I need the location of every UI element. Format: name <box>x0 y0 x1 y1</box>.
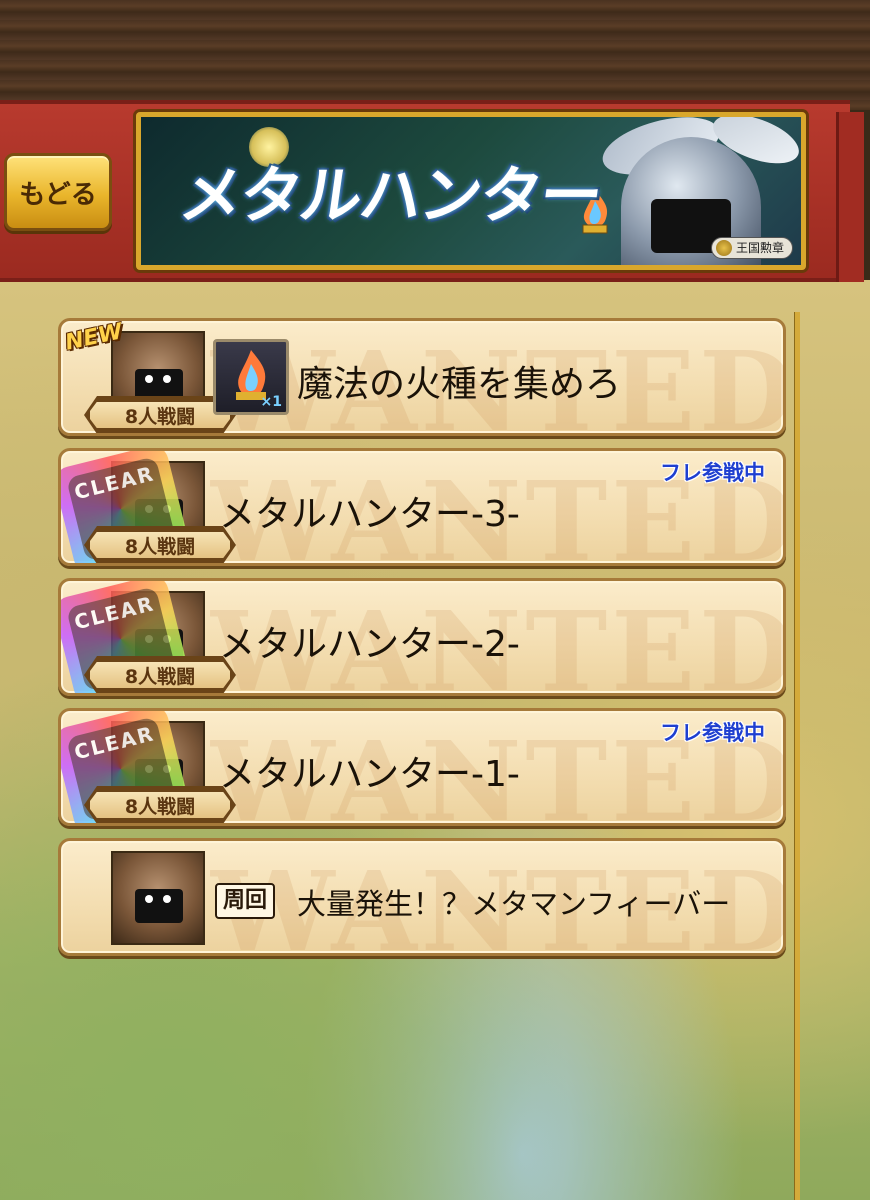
kingdom-medal-badge: 王国勲章 <box>710 237 793 259</box>
quest-title: メタルハンター-1- <box>219 754 520 795</box>
repeat-tag: 周回 <box>215 883 276 919</box>
wood-top-frame <box>0 0 870 110</box>
quest-row-metal-hunter-3[interactable]: WANTED CLEAR 8人戦闘 フレ参戦中 メタルハンター-3- <box>58 448 786 566</box>
friend-joined-badge: フレ参戦中 <box>660 721 765 745</box>
event-banner: メタルハンター 王国勲章 <box>136 112 806 270</box>
quest-title: 大量発生！？メタマンフィーバー <box>297 887 731 921</box>
header-ribbon <box>836 112 864 282</box>
monster-portrait <box>111 851 205 945</box>
scrollbar[interactable] <box>794 312 800 1200</box>
battle-tag: 8人戦闘 <box>87 659 233 691</box>
quest-title: メタルハンター-2- <box>219 624 520 665</box>
battle-tag: 8人戦闘 <box>87 529 233 561</box>
reward-item-icon: ×1 <box>213 339 289 415</box>
quest-row-magic-embers[interactable]: WANTED NEW 8人戦闘 ×1 魔法の火種を集めろ <box>58 318 786 436</box>
friend-joined-badge: フレ参戦中 <box>660 461 765 485</box>
item-count: ×1 <box>260 394 282 410</box>
quest-row-metal-hunter-1[interactable]: WANTED CLEAR 8人戦闘 フレ参戦中 メタルハンター-1- <box>58 708 786 826</box>
banner-title: メタルハンター <box>175 159 606 232</box>
back-button[interactable]: もどる <box>4 153 112 231</box>
quest-row-metal-hunter-2[interactable]: WANTED CLEAR 8人戦闘 メタルハンター-2- <box>58 578 786 696</box>
battle-tag: 8人戦闘 <box>87 399 233 431</box>
quest-title: 魔法の火種を集めろ <box>297 364 622 405</box>
quest-row-metaman-fever[interactable]: WANTED 周回 大量発生！？メタマンフィーバー <box>58 838 786 956</box>
quest-title: メタルハンター-3- <box>219 494 520 535</box>
battle-tag: 8人戦闘 <box>87 789 233 821</box>
